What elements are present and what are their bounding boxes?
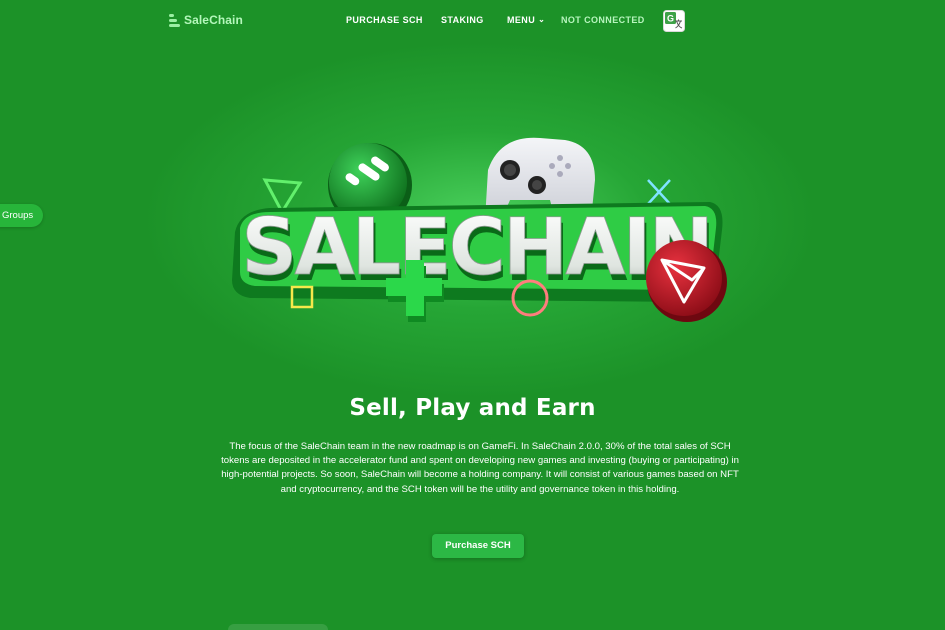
groups-side-tab[interactable]: Groups xyxy=(0,204,44,227)
hero-logo-text: SALECHAIN xyxy=(241,203,711,293)
svg-text:G: G xyxy=(667,14,674,24)
nav-staking[interactable]: STAKING xyxy=(441,15,484,25)
intro-paragraph: The focus of the SaleChain team in the n… xyxy=(221,441,739,495)
nav-menu[interactable]: MENU ⌄ xyxy=(507,15,545,25)
page-headline: Sell, Play and Earn xyxy=(349,395,596,421)
nav-menu-label: MENU xyxy=(507,15,536,25)
google-translate-icon[interactable]: G xyxy=(663,10,685,32)
next-section-edge xyxy=(228,624,328,630)
purchase-sch-button[interactable]: Purchase SCH xyxy=(432,534,524,558)
nav-purchase-sch[interactable]: PURCHASE SCH xyxy=(346,15,423,25)
brand-logo[interactable]: SaleChain xyxy=(169,13,243,27)
brand-name: SaleChain xyxy=(184,13,243,27)
hero-banner-image: SALECHAIN SALECHAIN xyxy=(210,120,740,340)
chevron-down-icon: ⌄ xyxy=(538,15,546,24)
wallet-status-button[interactable]: NOT CONNECTED xyxy=(561,15,645,25)
salechain-logo-icon xyxy=(169,13,180,27)
page: SaleChain PURCHASE SCH STAKING MENU ⌄ NOT… xyxy=(0,0,945,630)
